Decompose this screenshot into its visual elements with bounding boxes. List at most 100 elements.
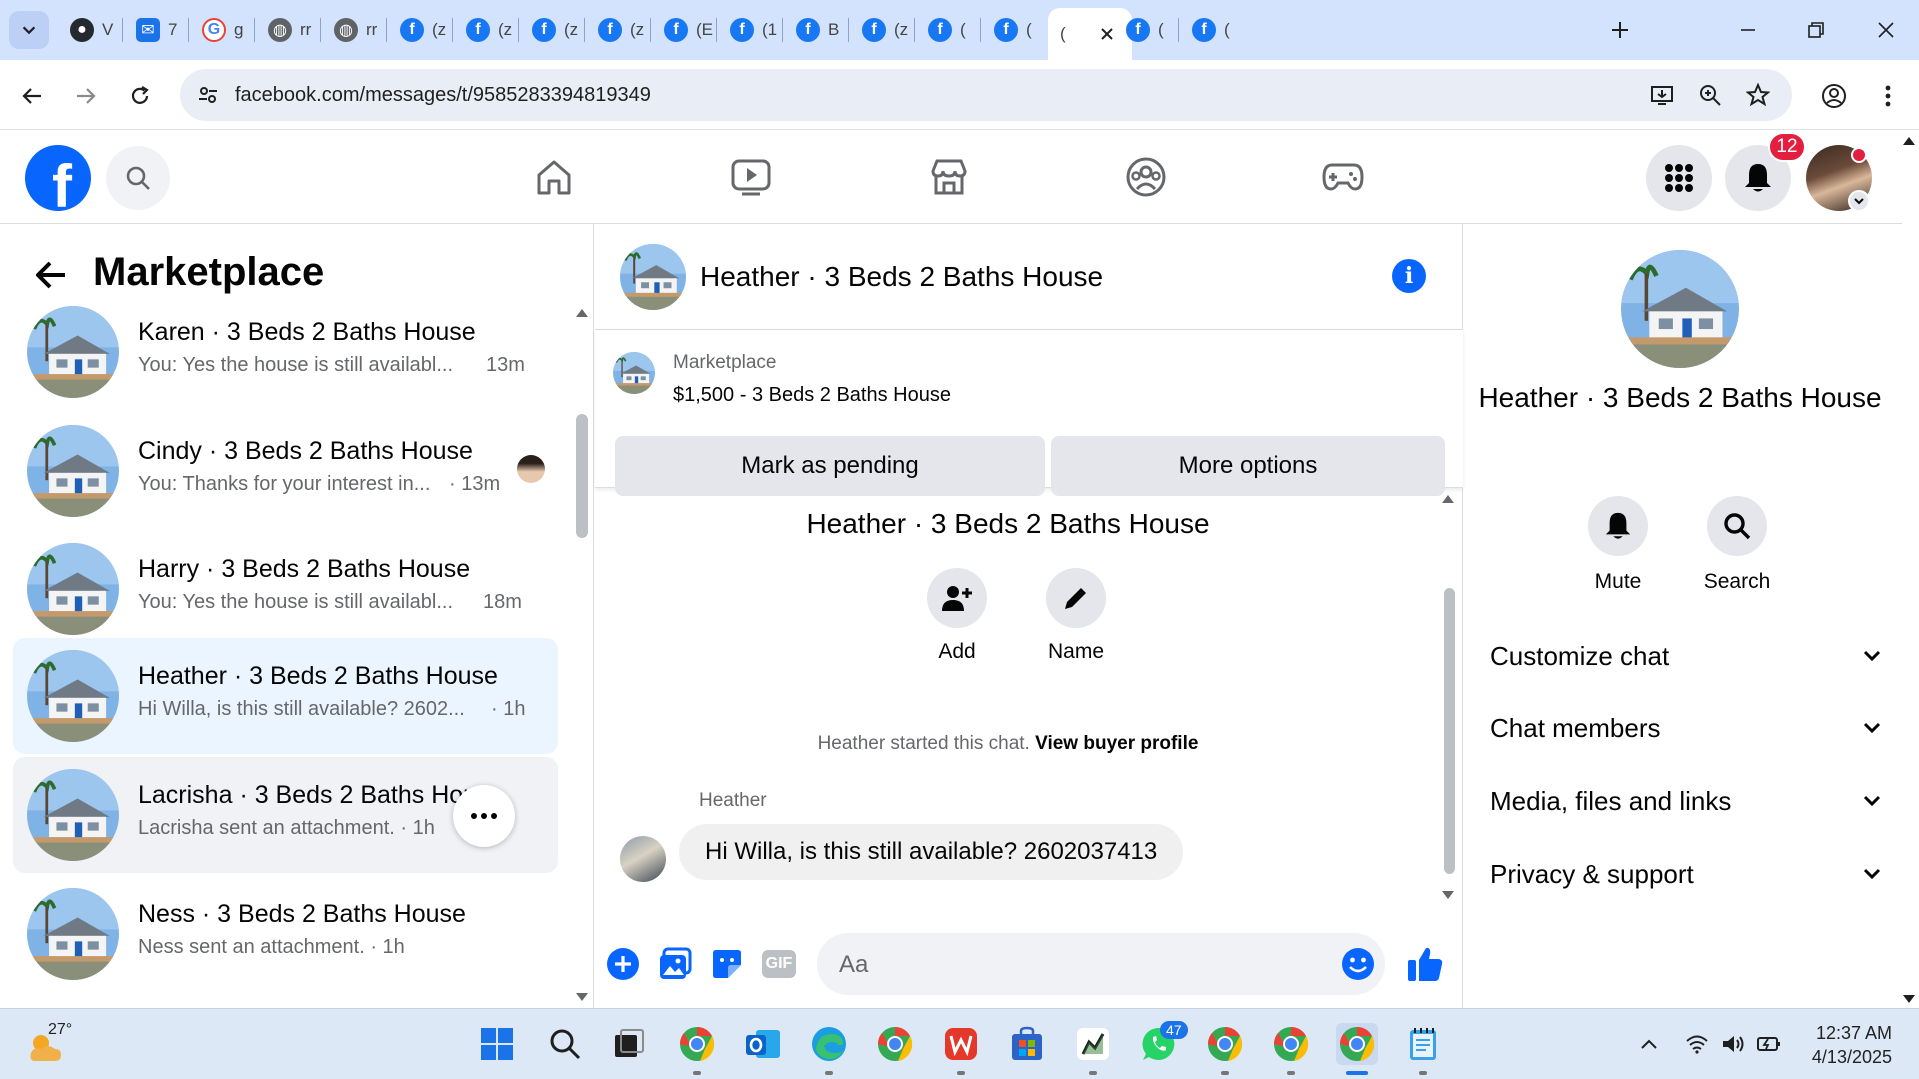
- more-actions-button[interactable]: [605, 946, 641, 982]
- wifi-status[interactable]: [1680, 1023, 1714, 1065]
- add-people-button[interactable]: Add: [902, 568, 1012, 664]
- clock-time[interactable]: 12:37 AM: [1812, 1023, 1892, 1044]
- scroll-up-arrow[interactable]: [1441, 494, 1455, 504]
- conversation-lacrisha[interactable]: Lacrisha · 3 Beds 2 Baths Hou Lacrisha s…: [13, 757, 558, 873]
- taskbar-chrome-profile-1[interactable]: [676, 1023, 718, 1065]
- emoji-icon[interactable]: [1341, 947, 1375, 981]
- account-chevron[interactable]: [1848, 190, 1870, 212]
- browser-tab[interactable]: Gg: [190, 8, 256, 52]
- task-view-button[interactable]: [608, 1023, 650, 1065]
- conversation-more-button[interactable]: [453, 785, 515, 847]
- clock-date[interactable]: 4/13/2025: [1800, 1047, 1892, 1068]
- taskbar-wps-office[interactable]: [940, 1023, 982, 1065]
- show-hidden-icons-button[interactable]: [1632, 1023, 1666, 1065]
- battery-status[interactable]: [1752, 1023, 1786, 1065]
- forward-button[interactable]: [68, 78, 104, 114]
- taskbar-chrome-profile-4[interactable]: [1270, 1023, 1312, 1065]
- section-customize-chat[interactable]: Customize chat: [1490, 631, 1882, 681]
- message-bubble[interactable]: Hi Willa, is this still available? 26020…: [679, 824, 1184, 880]
- taskbar-chrome-active[interactable]: [1336, 1023, 1378, 1065]
- nav-marketplace[interactable]: [924, 152, 974, 202]
- zoom-icon[interactable]: [1696, 81, 1724, 109]
- back-button[interactable]: [14, 78, 50, 114]
- taskbar-edge[interactable]: [808, 1023, 850, 1065]
- address-bar[interactable]: facebook.com/messages/t/9585283394819349: [180, 69, 1792, 121]
- browser-tab[interactable]: f (E: [652, 8, 718, 52]
- browser-tab[interactable]: f(: [1114, 8, 1180, 52]
- browser-tab[interactable]: f (z: [586, 8, 652, 52]
- like-button[interactable]: [1405, 946, 1445, 982]
- browser-tab[interactable]: f (z: [454, 8, 520, 52]
- bookmark-star-icon[interactable]: [1744, 81, 1772, 109]
- browser-tab[interactable]: ✉ 7: [124, 8, 190, 52]
- taskbar-stocks-app[interactable]: [1072, 1023, 1114, 1065]
- new-tab-button[interactable]: [1604, 14, 1636, 46]
- page-scroll-up-arrow[interactable]: [1902, 136, 1916, 146]
- mute-button[interactable]: Mute: [1568, 496, 1668, 594]
- browser-tab[interactable]: ◍ rr: [256, 8, 322, 52]
- conversation-karen[interactable]: Karen · 3 Beds 2 Baths House You: Yes th…: [13, 294, 558, 410]
- conversation-ness[interactable]: Ness · 3 Beds 2 Baths House Ness sent an…: [13, 876, 558, 992]
- taskbar-chrome-profile-3[interactable]: [1204, 1023, 1246, 1065]
- edit-name-button[interactable]: Name: [1021, 568, 1131, 664]
- close-tab-icon[interactable]: [1100, 27, 1114, 41]
- browser-tab[interactable]: f (z: [850, 8, 916, 52]
- thread-scrollbar[interactable]: [1444, 588, 1455, 874]
- start-button[interactable]: [476, 1023, 518, 1065]
- profile-button[interactable]: [1816, 78, 1852, 114]
- scroll-up-arrow[interactable]: [575, 308, 589, 318]
- browser-tab[interactable]: f(: [916, 8, 982, 52]
- listing-price-title[interactable]: $1,500 - 3 Beds 2 Baths House: [673, 384, 951, 407]
- browser-tab[interactable]: ● V: [58, 8, 124, 52]
- search-in-conversation-button[interactable]: Search: [1687, 496, 1787, 594]
- view-buyer-profile-link[interactable]: View buyer profile: [1035, 733, 1198, 754]
- section-chat-members[interactable]: Chat members: [1490, 703, 1882, 753]
- menu-button[interactable]: [1646, 145, 1712, 211]
- scroll-down-arrow[interactable]: [1441, 890, 1455, 900]
- chat-list-scrollbar[interactable]: [576, 414, 588, 538]
- conversation-title[interactable]: Heather · 3 Beds 2 Baths House: [700, 261, 1103, 293]
- install-app-icon[interactable]: [1648, 81, 1676, 109]
- browser-tab[interactable]: f(: [982, 8, 1048, 52]
- section-privacy-support[interactable]: Privacy & support: [1490, 849, 1882, 899]
- sender-avatar[interactable]: [620, 836, 666, 882]
- nav-groups[interactable]: [1121, 152, 1171, 202]
- browser-tab[interactable]: f (z: [388, 8, 454, 52]
- nav-home[interactable]: [529, 152, 579, 202]
- facebook-logo[interactable]: f: [25, 145, 91, 211]
- browser-tab[interactable]: ◍ rr: [322, 8, 388, 52]
- sticker-button[interactable]: [709, 946, 745, 982]
- browser-tab[interactable]: f(: [1180, 8, 1246, 52]
- nav-video[interactable]: [726, 152, 776, 202]
- close-window-button[interactable]: [1870, 14, 1902, 46]
- browser-tab[interactable]: fB: [784, 8, 850, 52]
- volume-status[interactable]: [1716, 1023, 1750, 1065]
- scroll-down-arrow[interactable]: [575, 992, 589, 1002]
- taskbar-chrome-profile-2[interactable]: [874, 1023, 916, 1065]
- section-media-files-links[interactable]: Media, files and links: [1490, 776, 1882, 826]
- browser-tab[interactable]: f (z: [520, 8, 586, 52]
- message-input[interactable]: Aa: [817, 933, 1385, 995]
- gif-button[interactable]: GIF: [759, 946, 799, 982]
- taskbar-notepad[interactable]: [1402, 1023, 1444, 1065]
- conversation-avatar[interactable]: [620, 244, 686, 310]
- page-scroll-down-arrow[interactable]: [1902, 994, 1916, 1004]
- conversation-harry[interactable]: Harry · 3 Beds 2 Baths House You: Yes th…: [13, 531, 558, 647]
- conversation-heather[interactable]: Heather · 3 Beds 2 Baths House Hi Willa,…: [13, 638, 558, 754]
- info-icon[interactable]: i: [1392, 259, 1426, 293]
- tab-search-button[interactable]: [9, 11, 49, 49]
- taskbar-outlook[interactable]: [742, 1023, 784, 1065]
- conversation-cindy[interactable]: Cindy · 3 Beds 2 Baths House You: Thanks…: [13, 413, 558, 529]
- minimize-button[interactable]: [1732, 14, 1764, 46]
- restore-button[interactable]: [1800, 14, 1832, 46]
- browser-menu-button[interactable]: [1870, 78, 1906, 114]
- taskbar-microsoft-store[interactable]: [1006, 1023, 1048, 1065]
- more-options-button[interactable]: More options: [1051, 436, 1445, 496]
- taskbar-search[interactable]: [544, 1023, 586, 1065]
- mark-as-pending-button[interactable]: Mark as pending: [615, 436, 1045, 496]
- listing-thumbnail[interactable]: [613, 352, 655, 394]
- nav-gaming[interactable]: [1318, 152, 1368, 202]
- facebook-search-button[interactable]: [106, 146, 170, 210]
- reload-button[interactable]: [122, 78, 158, 114]
- site-info-icon[interactable]: [194, 81, 222, 109]
